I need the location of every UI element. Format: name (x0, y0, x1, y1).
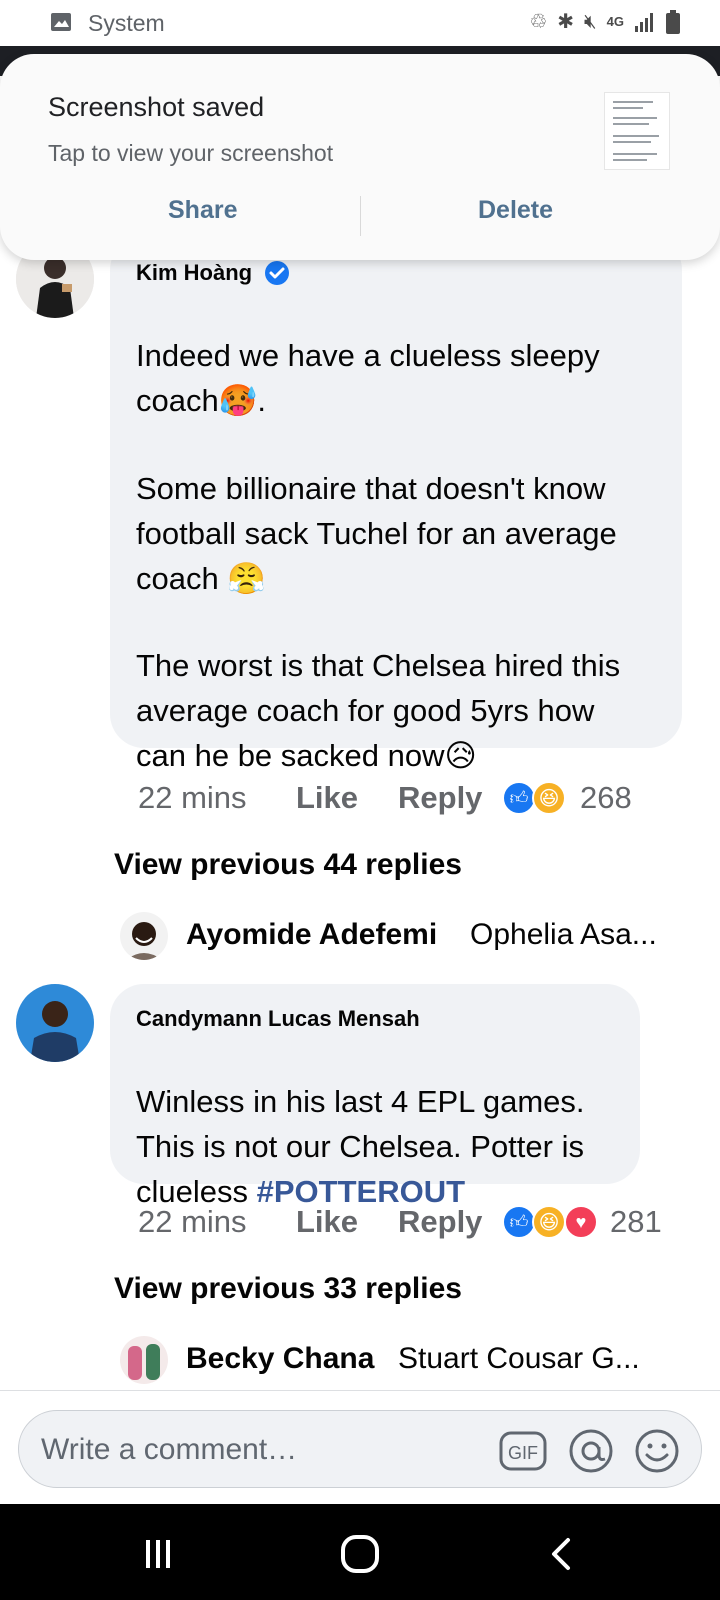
home-button[interactable] (330, 1524, 390, 1584)
like-icon: 👍︎ (502, 781, 536, 815)
comment-text: Winless in his last 4 EPL games. This is… (136, 1084, 585, 1209)
delete-button[interactable]: Delete (478, 196, 553, 225)
reply-author[interactable]: Ayomide Adefemi (186, 918, 437, 952)
status-bar-label: System (88, 10, 165, 36)
back-icon (552, 1538, 570, 1570)
status-bar: System ♲ ✱ 🔇︎ 4G (0, 0, 720, 46)
signal-icon (635, 13, 653, 32)
comment-text: The worst is that Chelsea hired this ave… (136, 648, 621, 773)
comment-author[interactable]: Kim Hoàng (136, 260, 252, 286)
view-previous-replies[interactable]: View previous 33 replies (114, 1272, 462, 1306)
person-icon (16, 984, 94, 1062)
haha-icon: 😆 (532, 1205, 566, 1239)
svg-text:GIF: GIF (508, 1443, 538, 1463)
comment-composer: GIF (18, 1410, 702, 1488)
like-button[interactable]: Like (296, 1204, 358, 1240)
divider (0, 1390, 720, 1391)
button-divider (360, 196, 361, 236)
emoji: 😤 (227, 561, 266, 596)
home-icon (341, 1535, 379, 1573)
person-icon (120, 1336, 168, 1384)
emoji-icon[interactable] (631, 1425, 683, 1477)
comment-bubble[interactable]: Candymann Lucas Mensah Winless in his la… (110, 984, 640, 1209)
reply-author[interactable]: Becky Chana (186, 1342, 374, 1376)
reply-button[interactable]: Reply (398, 780, 482, 816)
comment-bubble[interactable]: Kim Hoàng Indeed we have a clueless slee… (110, 236, 682, 773)
reply-avatar[interactable] (120, 912, 168, 960)
comment-time: 22 mins (138, 1204, 247, 1239)
avatar[interactable] (16, 984, 94, 1062)
emoji: 🥵 (218, 383, 258, 418)
recents-button[interactable] (128, 1524, 188, 1584)
comment-author[interactable]: Candymann Lucas Mensah (136, 1006, 420, 1032)
recycle-icon: ♲ (529, 11, 548, 33)
like-icon: 👍︎ (502, 1205, 536, 1239)
screenshot-notification[interactable]: Screenshot saved Tap to view your screen… (0, 54, 720, 260)
4g-icon: 4G (606, 14, 624, 29)
mention-icon[interactable] (565, 1425, 617, 1477)
navigation-bar (0, 1504, 720, 1600)
mute-icon: 🔇︎ (584, 11, 597, 33)
recents-icon (146, 1540, 170, 1568)
screenshot-thumbnail[interactable] (604, 92, 670, 170)
reaction-count[interactable]: 281 (610, 1204, 662, 1240)
back-button[interactable] (532, 1524, 592, 1584)
like-button[interactable]: Like (296, 780, 358, 816)
gif-icon[interactable]: GIF (497, 1425, 549, 1477)
status-icons: ♲ ✱ 🔇︎ 4G (529, 8, 680, 36)
love-icon: ♥ (564, 1205, 598, 1239)
bluetooth-icon: ✱ (557, 11, 575, 33)
reply-button[interactable]: Reply (398, 1204, 482, 1240)
emoji: 😥 (444, 738, 477, 773)
comment-input[interactable] (41, 1429, 481, 1471)
reaction-count[interactable]: 268 (580, 780, 632, 816)
reply-preview[interactable]: Ophelia Asa... (470, 918, 657, 952)
reply-avatar[interactable] (120, 1336, 168, 1384)
haha-icon: 😆 (532, 781, 566, 815)
reply-preview[interactable]: Stuart Cousar G... (398, 1342, 640, 1376)
notification-subtitle[interactable]: Tap to view your screenshot (48, 140, 333, 167)
share-button[interactable]: Share (168, 196, 237, 225)
verified-badge-icon (265, 261, 289, 285)
comment-time: 22 mins (138, 780, 247, 815)
comment-text: Some billionaire that doesn't know footb… (136, 471, 617, 596)
battery-icon (666, 10, 680, 34)
person-icon (120, 912, 168, 960)
view-previous-replies[interactable]: View previous 44 replies (114, 848, 462, 882)
image-icon (51, 13, 71, 31)
notification-title: Screenshot saved (48, 92, 265, 122)
comment-text: Indeed we have a clueless sleepy coach🥵. (136, 338, 600, 418)
